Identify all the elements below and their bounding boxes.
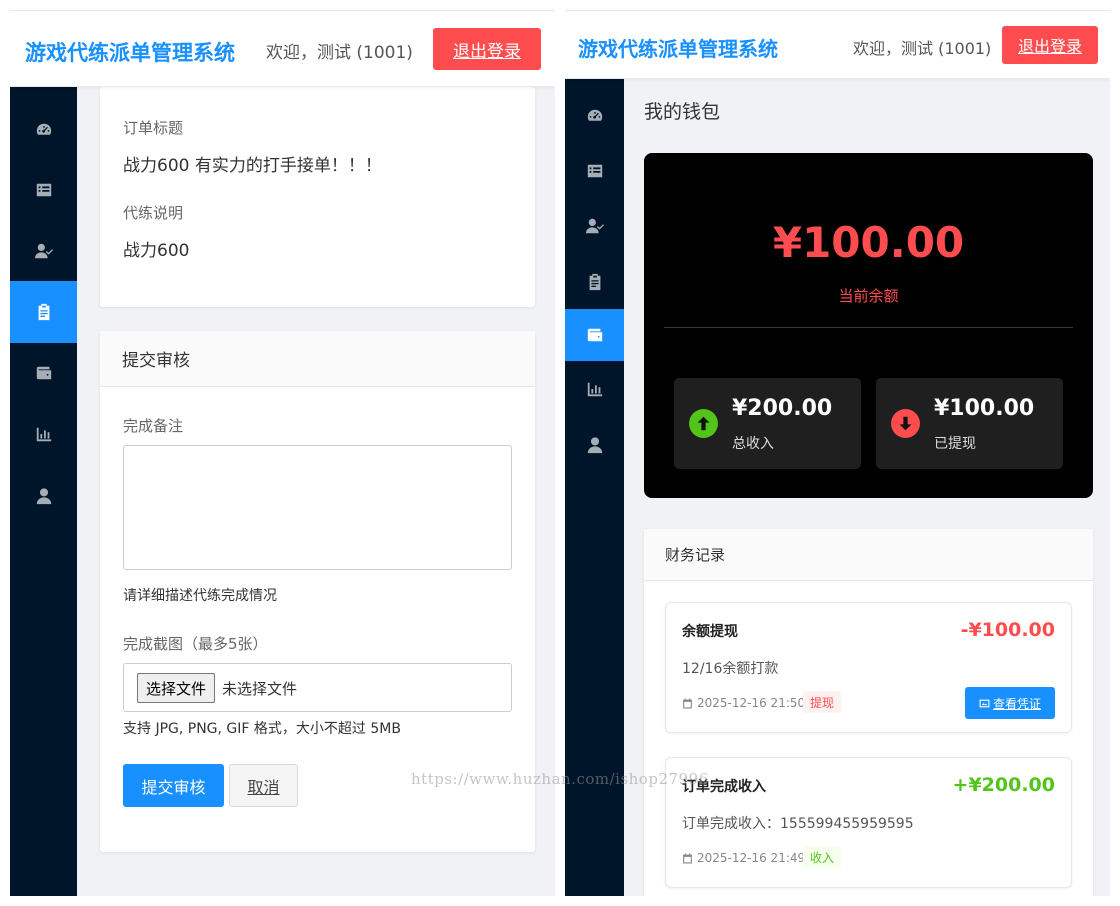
dashboard-icon — [587, 109, 602, 121]
wallet-divider — [664, 327, 1073, 328]
clipboard-icon — [589, 273, 600, 290]
record-desc: 12/16余额打款 — [682, 661, 779, 677]
app-header: 游戏代练派单管理系统 欢迎，测试 (1001) 退出登录 — [10, 11, 555, 87]
logout-button[interactable]: 退出登录 — [1002, 26, 1098, 64]
sidebar-item-stats[interactable] — [10, 403, 77, 465]
order-submit-screen: 游戏代练派单管理系统 欢迎，测试 (1001) 退出登录 订单标题 战力600 … — [10, 10, 555, 896]
record-desc: 订单完成收入：155599455959595 — [682, 816, 914, 832]
sidebar-item-profile[interactable] — [565, 417, 624, 473]
total-income-label: 总收入 — [732, 436, 774, 452]
order-desc-label: 代练说明 — [123, 204, 184, 222]
calendar-icon — [683, 853, 692, 863]
record-title: 余额提现 — [682, 624, 738, 640]
brand-title: 游戏代练派单管理系统 — [578, 37, 778, 61]
view-proof-label: 查看凭证 — [992, 696, 1041, 711]
finance-records-heading: 财务记录 — [644, 529, 1093, 581]
record-amount: -¥100.00 — [960, 619, 1055, 641]
note-hint: 请详细描述代练完成情况 — [123, 588, 277, 604]
user-icon — [587, 437, 602, 454]
balance-label: 当前余额 — [838, 287, 899, 305]
record-time-text: 2025-12-16 21:50 — [697, 696, 806, 710]
dashboard-icon — [36, 123, 51, 135]
welcome-text: 欢迎，测试 (1001) — [266, 43, 413, 63]
user-check-icon — [585, 218, 604, 234]
withdrawn-value: ¥100.00 — [934, 396, 1035, 421]
sidebar-item-my-orders[interactable] — [565, 254, 624, 309]
note-label: 完成备注 — [123, 417, 184, 435]
user-icon — [36, 488, 51, 505]
list-icon — [587, 164, 602, 177]
wallet-balance-card: ¥100.00 当前余额 ¥200.00 总收入 ¥100.00 已提现 — [644, 153, 1093, 498]
wallet-icon — [36, 366, 51, 380]
note-textarea[interactable] — [123, 445, 512, 570]
order-desc-value: 战力600 — [123, 241, 190, 261]
order-title-value: 战力600 有实力的打手接单！！！ — [123, 156, 382, 176]
sidebar-item-dashboard[interactable] — [10, 100, 77, 160]
watermark: https://www.huzhan.com/ishop27996 — [411, 770, 709, 788]
finance-record: 订单完成收入 +¥200.00 订单完成收入：155599455959595 2… — [665, 757, 1072, 888]
wallet-icon — [587, 328, 602, 342]
record-tag: 收入 — [803, 846, 842, 868]
logout-button[interactable]: 退出登录 — [433, 28, 541, 70]
view-proof-button[interactable]: 查看凭证 — [965, 687, 1055, 719]
submit-review-button[interactable]: 提交审核 — [123, 764, 224, 807]
chart-icon — [587, 382, 602, 397]
image-icon — [979, 699, 990, 707]
wallet-screen: 游戏代练派单管理系统 欢迎，测试 (1001) 退出登录 我的钱包 ¥100.0… — [565, 10, 1110, 896]
sidebar-item-dashboard[interactable] — [565, 88, 624, 143]
finance-record: 余额提现 -¥100.00 12/16余额打款 2025-12-16 21:50… — [665, 602, 1072, 733]
calendar-icon — [683, 698, 692, 708]
clipboard-icon — [38, 303, 49, 321]
withdrawn-label: 已提现 — [934, 436, 976, 452]
total-income-stat: ¥200.00 总收入 — [674, 378, 861, 469]
total-income-value: ¥200.00 — [732, 396, 833, 421]
welcome-text: 欢迎，测试 (1001) — [853, 39, 992, 58]
record-amount: +¥200.00 — [952, 774, 1055, 796]
record-time: 2025-12-16 21:50 — [682, 696, 805, 710]
sidebar-item-profile[interactable] — [10, 465, 77, 527]
sidebar-item-stats[interactable] — [565, 361, 624, 417]
arrow-down-icon — [891, 409, 920, 438]
sidebar-item-orders[interactable] — [565, 143, 624, 198]
sidebar — [10, 87, 77, 896]
record-time-text: 2025-12-16 21:49 — [697, 851, 806, 865]
file-input[interactable]: 选择文件 未选择文件 — [123, 663, 512, 712]
list-icon — [36, 183, 51, 197]
record-time: 2025-12-16 21:49 — [682, 851, 805, 865]
sidebar-item-accepted[interactable] — [565, 198, 624, 254]
order-title-label: 订单标题 — [123, 119, 184, 137]
no-file-text: 未选择文件 — [222, 680, 298, 698]
submit-review-heading: 提交审核 — [100, 331, 535, 387]
order-info-card: 订单标题 战力600 有实力的打手接单！！！ 代练说明 战力600 — [100, 87, 535, 307]
sidebar-item-orders[interactable] — [10, 160, 77, 220]
cancel-button[interactable]: 取消 — [229, 764, 298, 807]
screenshots-label: 完成截图（最多5张） — [123, 635, 268, 653]
page-title: 我的钱包 — [644, 101, 721, 123]
brand-title: 游戏代练派单管理系统 — [25, 41, 235, 65]
withdrawn-stat: ¥100.00 已提现 — [876, 378, 1063, 469]
arrow-up-icon — [689, 409, 718, 438]
chart-icon — [36, 427, 51, 442]
record-tag: 提现 — [803, 691, 842, 713]
user-check-icon — [34, 243, 53, 258]
choose-file-button[interactable]: 选择文件 — [137, 673, 216, 703]
sidebar-item-accepted[interactable] — [10, 220, 77, 281]
file-hint: 支持 JPG, PNG, GIF 格式，大小不超过 5MB — [123, 721, 401, 737]
sidebar-item-wallet[interactable] — [10, 343, 77, 403]
balance-amount: ¥100.00 — [772, 218, 965, 267]
finance-records-card: 财务记录 余额提现 -¥100.00 12/16余额打款 2025-12-16 … — [644, 529, 1093, 896]
sidebar-item-my-orders[interactable] — [10, 281, 77, 343]
sidebar-item-wallet[interactable] — [565, 309, 624, 361]
app-header: 游戏代练派单管理系统 欢迎，测试 (1001) 退出登录 — [565, 11, 1110, 79]
